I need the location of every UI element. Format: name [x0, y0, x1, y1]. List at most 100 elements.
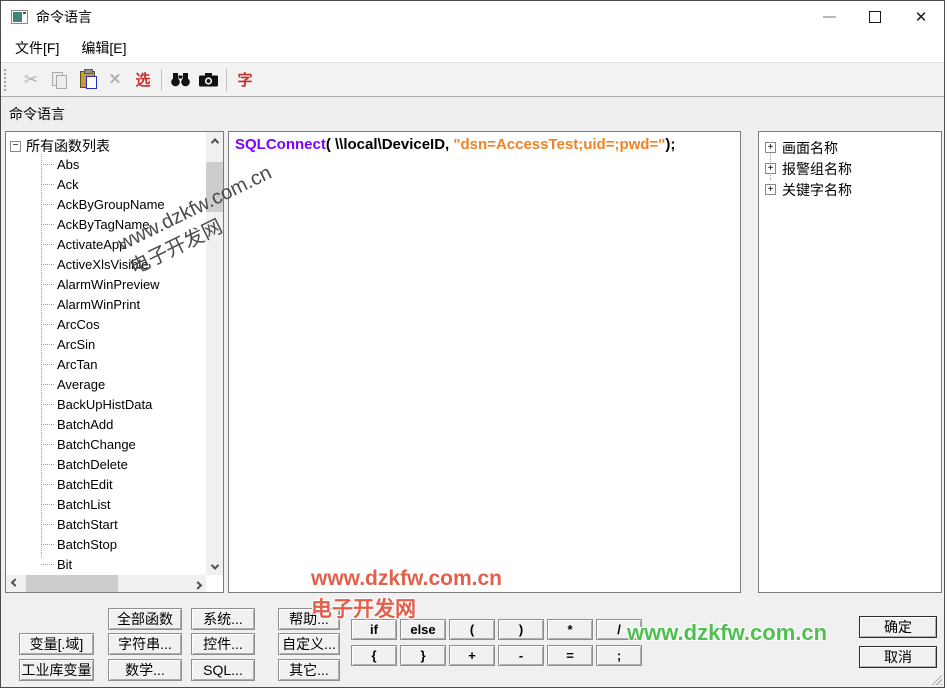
tree-connector: [41, 544, 54, 545]
tree-connector: [41, 264, 54, 265]
tree-item[interactable]: BatchEdit: [6, 474, 206, 494]
tree-item[interactable]: BatchList: [6, 494, 206, 514]
vertical-scrollbar-thumb[interactable]: [206, 162, 223, 212]
tree-item[interactable]: AlarmWinPrint: [6, 294, 206, 314]
scroll-down-button[interactable]: [206, 558, 223, 575]
string-button[interactable]: 字符串...: [108, 633, 182, 655]
key-minus[interactable]: -: [498, 645, 544, 666]
tree-connector: [41, 524, 54, 525]
tree-connector: [41, 324, 54, 325]
key-semicolon[interactable]: ;: [596, 645, 642, 666]
key-multiply[interactable]: *: [547, 619, 593, 640]
tree-item-screens[interactable]: 画面名称: [765, 137, 852, 158]
tree-item-label: ArcSin: [57, 337, 95, 352]
menubar: 文件[F] 编辑[E]: [1, 33, 944, 63]
x-icon: [109, 70, 122, 89]
names-tree: 画面名称 报警组名称 关键字名称: [765, 137, 852, 200]
tree-item[interactable]: BatchStart: [6, 514, 206, 534]
select-tool-button[interactable]: 选: [129, 67, 157, 93]
tree-item-label: AlarmWinPrint: [57, 297, 140, 312]
maximize-button[interactable]: [852, 1, 898, 33]
tree-item[interactable]: Ack: [6, 174, 206, 194]
tree-item[interactable]: Abs: [6, 154, 206, 174]
menu-edit[interactable]: 编辑[E]: [77, 36, 130, 60]
tree-item[interactable]: Bit: [6, 554, 206, 574]
key-close-paren[interactable]: ): [498, 619, 544, 640]
tree-item-label: BatchStart: [57, 517, 118, 532]
expand-icon[interactable]: [765, 142, 776, 153]
tree-connector: [41, 484, 54, 485]
sql-button[interactable]: SQL...: [191, 659, 255, 681]
key-divide[interactable]: /: [596, 619, 642, 640]
scroll-right-button[interactable]: [189, 575, 206, 592]
cut-icon[interactable]: [17, 67, 45, 93]
copy-icon[interactable]: [45, 67, 73, 93]
tree-root[interactable]: 所有函数列表: [10, 136, 110, 156]
tree-item[interactable]: AlarmWinPreview: [6, 274, 206, 294]
variables-button[interactable]: 变量[.域]: [19, 633, 94, 655]
system-button[interactable]: 系统...: [191, 608, 255, 630]
tree-connector: [41, 364, 54, 365]
scroll-left-button[interactable]: [6, 575, 23, 592]
tree-item[interactable]: BatchStop: [6, 534, 206, 554]
control-button[interactable]: 控件...: [191, 633, 255, 655]
expand-icon[interactable]: [765, 184, 776, 195]
code-close-punct: );: [665, 136, 675, 153]
tree-item[interactable]: BatchDelete: [6, 454, 206, 474]
toolbar: 选 字: [1, 63, 944, 97]
expand-icon[interactable]: [765, 163, 776, 174]
help-button[interactable]: 帮助...: [278, 608, 340, 630]
delete-icon[interactable]: [101, 67, 129, 93]
tree-item-label: Ack: [57, 177, 79, 192]
key-equals[interactable]: =: [547, 645, 593, 666]
tree-item[interactable]: AckByTagName: [6, 214, 206, 234]
key-open-paren[interactable]: (: [449, 619, 495, 640]
tree-item[interactable]: AckByGroupName: [6, 194, 206, 214]
tree-connector: [41, 444, 54, 445]
key-open-brace[interactable]: {: [351, 645, 397, 666]
tree-item-label: ActiveXlsVisible: [57, 257, 149, 272]
key-close-brace[interactable]: }: [400, 645, 446, 666]
menu-file[interactable]: 文件[F]: [11, 36, 63, 60]
tree-item[interactable]: ActivateApp: [6, 234, 206, 254]
custom-button[interactable]: 自定义...: [278, 633, 340, 655]
key-if[interactable]: if: [351, 619, 397, 640]
code-editor[interactable]: SQLConnect( \\local\DeviceID, "dsn=Acces…: [228, 131, 741, 593]
others-button[interactable]: 其它...: [278, 659, 340, 681]
tree-item[interactable]: Average: [6, 374, 206, 394]
tree-item[interactable]: BackUpHistData: [6, 394, 206, 414]
tree-root-label: 所有函数列表: [26, 136, 110, 156]
tree-item[interactable]: BatchAdd: [6, 414, 206, 434]
toolbar-separator: [226, 69, 227, 91]
key-else[interactable]: else: [400, 619, 446, 640]
tree-connector: [41, 304, 54, 305]
horizontal-scrollbar[interactable]: [6, 575, 206, 592]
tree-item-alarm-groups[interactable]: 报警组名称: [765, 158, 852, 179]
vertical-scrollbar[interactable]: [206, 132, 223, 575]
tree-item[interactable]: ArcTan: [6, 354, 206, 374]
industrial-lib-variables-button[interactable]: 工业库变量: [19, 659, 94, 681]
window-controls: ✕: [806, 1, 944, 33]
collapse-icon[interactable]: [10, 141, 21, 152]
tree-item[interactable]: BatchChange: [6, 434, 206, 454]
all-functions-button[interactable]: 全部函数: [108, 608, 182, 630]
horizontal-scrollbar-thumb[interactable]: [26, 575, 118, 592]
key-plus[interactable]: +: [449, 645, 495, 666]
tree-item-label: BatchList: [57, 497, 110, 512]
tree-item[interactable]: ArcSin: [6, 334, 206, 354]
code-string-literal: "dsn=AccessTest;uid=;pwd=": [453, 136, 665, 153]
math-button[interactable]: 数学...: [108, 659, 182, 681]
cancel-button[interactable]: 取消: [859, 646, 937, 668]
toolbar-grip[interactable]: [4, 69, 9, 91]
tree-item-keywords[interactable]: 关键字名称: [765, 179, 852, 200]
close-button[interactable]: ✕: [898, 1, 944, 33]
capture-button[interactable]: [194, 67, 222, 93]
tree-item[interactable]: ArcCos: [6, 314, 206, 334]
find-button[interactable]: [166, 67, 194, 93]
minimize-button[interactable]: [806, 1, 852, 33]
tree-item[interactable]: ActiveXlsVisible: [6, 254, 206, 274]
paste-icon[interactable]: [73, 67, 101, 93]
ok-button[interactable]: 确定: [859, 616, 937, 638]
scroll-up-button[interactable]: [206, 132, 223, 149]
font-button[interactable]: 字: [231, 67, 259, 93]
